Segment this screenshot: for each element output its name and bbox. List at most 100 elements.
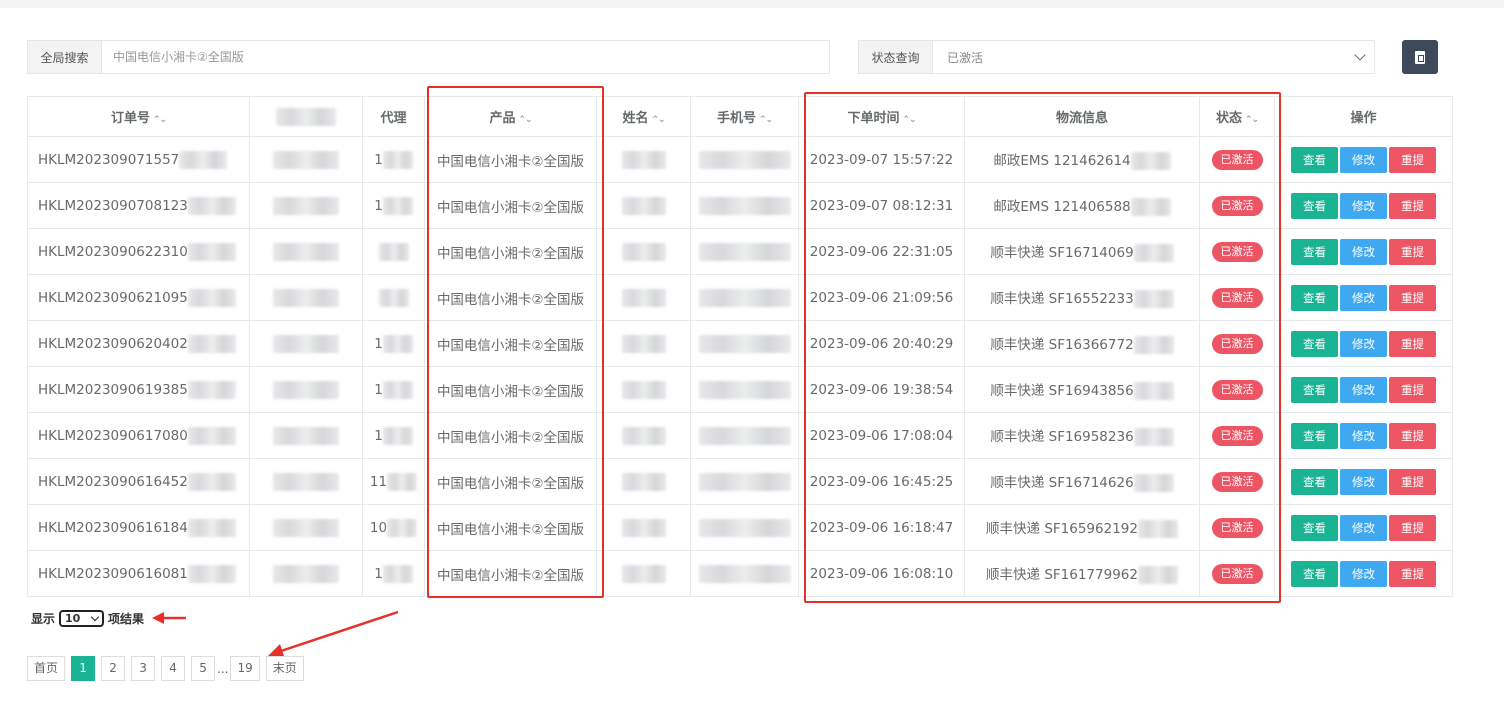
resubmit-button[interactable]: 重提 — [1389, 146, 1436, 173]
redacted-text — [187, 472, 236, 491]
redacted-text — [621, 242, 666, 261]
redacted-text — [179, 150, 228, 169]
actions-cell: 查看 修改 重提 — [1274, 136, 1453, 183]
redacted-text — [273, 472, 339, 491]
sort-icon: ⌃⌄ — [152, 115, 167, 125]
status-filter: 状态查询 已激活 — [858, 40, 1375, 74]
col-name[interactable]: 姓名 ⌃⌄ — [596, 96, 691, 137]
view-button[interactable]: 查看 — [1291, 146, 1338, 173]
name-cell — [596, 412, 691, 459]
resubmit-button[interactable]: 重提 — [1389, 192, 1436, 219]
agent-cell — [362, 228, 425, 275]
agent-cell: 1 — [362, 136, 425, 183]
view-button[interactable]: 查看 — [1291, 330, 1338, 357]
redacted-text — [698, 288, 791, 307]
order-no-cell: HKLM2023090616452 — [27, 458, 250, 505]
name-cell — [596, 504, 691, 551]
name-cell — [596, 228, 691, 275]
redacted-text — [273, 242, 339, 261]
edit-button[interactable]: 修改 — [1340, 330, 1387, 357]
actions-cell: 查看 修改 重提 — [1274, 228, 1453, 275]
redacted-text — [382, 564, 413, 583]
name-cell — [596, 458, 691, 505]
edit-button[interactable]: 修改 — [1340, 284, 1387, 311]
resubmit-button[interactable]: 重提 — [1389, 422, 1436, 449]
page-19[interactable]: 19 — [230, 656, 260, 681]
edit-button[interactable]: 修改 — [1340, 422, 1387, 449]
redacted-text — [273, 518, 339, 537]
page-4[interactable]: 4 — [161, 656, 186, 681]
agent-cell: 11 — [362, 458, 425, 505]
resubmit-button[interactable]: 重提 — [1389, 468, 1436, 495]
edit-button[interactable]: 修改 — [1340, 238, 1387, 265]
page-3[interactable]: 3 — [131, 656, 156, 681]
edit-button[interactable]: 修改 — [1340, 560, 1387, 587]
excel-file-icon — [1415, 50, 1425, 64]
status-filter-select[interactable]: 已激活 — [933, 41, 1374, 73]
view-button[interactable]: 查看 — [1291, 514, 1338, 541]
page-1[interactable]: 1 — [71, 656, 96, 681]
resubmit-button[interactable]: 重提 — [1389, 514, 1436, 541]
resubmit-button[interactable]: 重提 — [1389, 238, 1436, 265]
export-button[interactable] — [1402, 40, 1438, 74]
resubmit-button[interactable]: 重提 — [1389, 330, 1436, 357]
edit-button[interactable]: 修改 — [1340, 192, 1387, 219]
view-button[interactable]: 查看 — [1291, 560, 1338, 587]
global-search-label: 全局搜索 — [28, 41, 102, 73]
edit-button[interactable]: 修改 — [1340, 146, 1387, 173]
actions-cell: 查看 修改 重提 — [1274, 458, 1453, 505]
resubmit-button[interactable]: 重提 — [1389, 560, 1436, 587]
redacted-text — [698, 334, 791, 353]
col-phone[interactable]: 手机号 ⌃⌄ — [690, 96, 799, 137]
page-last[interactable]: 末页 — [265, 656, 304, 681]
view-button[interactable]: 查看 — [1291, 468, 1338, 495]
page-size-select[interactable]: 10 — [59, 610, 105, 627]
order-no-cell: HKLM202309071557 — [27, 136, 250, 183]
redacted-text — [187, 564, 236, 583]
redacted-text — [273, 334, 339, 353]
page-first[interactable]: 首页 — [27, 656, 66, 681]
view-button[interactable]: 查看 — [1291, 284, 1338, 311]
view-button[interactable]: 查看 — [1291, 376, 1338, 403]
view-button[interactable]: 查看 — [1291, 238, 1338, 265]
redacted-text — [382, 426, 413, 445]
edit-button[interactable]: 修改 — [1340, 514, 1387, 541]
page-5[interactable]: 5 — [191, 656, 216, 681]
redacted-cell — [249, 136, 363, 183]
page-size-control: 显示 10 项结果 — [31, 610, 144, 627]
page-size-value: 10 — [65, 612, 81, 625]
redacted-text — [382, 380, 413, 399]
name-cell — [596, 320, 691, 367]
redacted-text — [187, 380, 236, 399]
pagination: 首页 1 2 3 4 5 ... 19 末页 — [27, 656, 304, 681]
global-search-input[interactable] — [102, 41, 829, 73]
redacted-text — [698, 380, 791, 399]
redacted-cell — [249, 228, 363, 275]
resubmit-button[interactable]: 重提 — [1389, 376, 1436, 403]
edit-button[interactable]: 修改 — [1340, 468, 1387, 495]
page-2[interactable]: 2 — [101, 656, 126, 681]
phone-cell — [690, 228, 799, 275]
view-button[interactable]: 查看 — [1291, 422, 1338, 449]
chevron-down-icon — [1354, 49, 1366, 61]
actions-cell: 查看 修改 重提 — [1274, 366, 1453, 413]
redacted-text — [187, 242, 236, 261]
phone-cell — [690, 274, 799, 321]
redacted-text — [273, 196, 339, 215]
phone-cell — [690, 136, 799, 183]
phone-cell — [690, 550, 799, 597]
redacted-text — [621, 288, 666, 307]
col-actions: 操作 — [1274, 96, 1453, 137]
edit-button[interactable]: 修改 — [1340, 376, 1387, 403]
redacted-text — [378, 288, 409, 307]
resubmit-button[interactable]: 重提 — [1389, 284, 1436, 311]
view-button[interactable]: 查看 — [1291, 192, 1338, 219]
redacted-text — [382, 334, 413, 353]
phone-cell — [690, 366, 799, 413]
page-ellipsis: ... — [217, 661, 229, 676]
status-filter-label: 状态查询 — [859, 41, 933, 73]
col-order-no[interactable]: 订单号 ⌃⌄ — [27, 96, 250, 137]
redacted-text — [621, 564, 666, 583]
sort-icon: ⌃⌄ — [758, 115, 773, 125]
phone-cell — [690, 458, 799, 505]
